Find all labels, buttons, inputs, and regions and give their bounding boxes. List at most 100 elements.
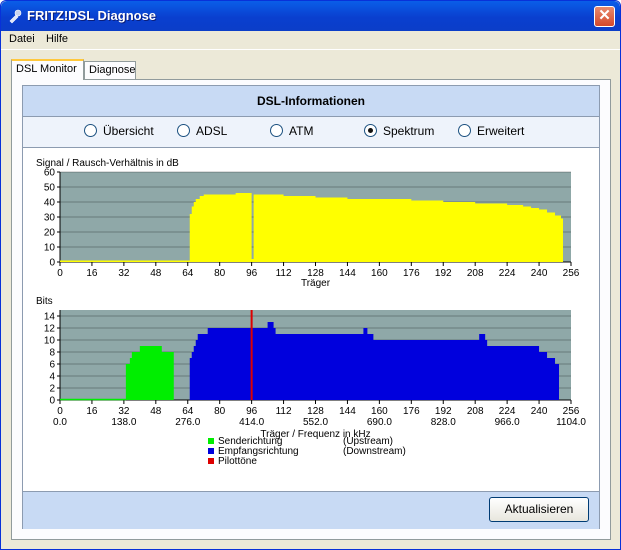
tab-panel: DSL-Informationen Übersicht ADSL ATM Spe… xyxy=(11,79,611,540)
bits-x-tick-label: 48 xyxy=(150,406,162,417)
bits-freq-label: 552.0 xyxy=(303,417,328,428)
snr-x-tick-label: 176 xyxy=(403,268,420,279)
bits-freq-label: 138.0 xyxy=(111,417,136,428)
legend-pilot-label: Pilottöne xyxy=(218,456,257,467)
legend-upstream-swatch xyxy=(208,438,214,444)
close-button[interactable]: ✕ xyxy=(594,6,615,27)
snr-x-tick-label: 208 xyxy=(467,268,484,279)
bits-x-tick-label: 16 xyxy=(86,406,98,417)
window-title: FRITZ!DSL Diagnose xyxy=(27,8,157,23)
bits-upstream-area xyxy=(125,346,174,400)
bits-y-tick-label: 6 xyxy=(49,360,55,371)
bits-x-tick-label: 224 xyxy=(499,406,516,417)
menu-bar: Datei Hilfe xyxy=(1,31,620,50)
menu-hilfe[interactable]: Hilfe xyxy=(46,33,68,45)
snr-x-tick-label: 96 xyxy=(246,268,258,279)
snr-x-tick-label: 16 xyxy=(86,268,98,279)
bits-freq-label: 414.0 xyxy=(239,417,264,428)
radio-icon xyxy=(458,124,471,137)
radio-label: Übersicht xyxy=(103,124,154,138)
radio-label: Erweitert xyxy=(477,124,525,138)
radio-icon xyxy=(270,124,283,137)
header-band: DSL-Informationen xyxy=(23,86,599,117)
legend-pilot-swatch xyxy=(208,458,214,464)
spectrum-charts: 01020304050600 16 32 48 64 80 96 112 128 144 160 17… xyxy=(36,158,586,467)
snr-y-tick-label: 20 xyxy=(44,228,56,239)
bits-freq-label: 828.0 xyxy=(431,417,456,428)
footer-band: Aktualisieren xyxy=(23,491,599,529)
bits-freq-label: 0.0 xyxy=(53,417,67,428)
radio-label: ADSL xyxy=(196,124,228,138)
bits-x-tick-label: 80 xyxy=(214,406,226,417)
radio-label: ATM xyxy=(289,124,314,138)
refresh-button[interactable]: Aktualisieren xyxy=(489,497,589,522)
snr-x-tick-label: 0 xyxy=(57,268,63,279)
bits-x-tick-label: 32 xyxy=(118,406,130,417)
snr-x-axis-label: Träger xyxy=(301,278,331,289)
menu-datei[interactable]: Datei xyxy=(9,33,35,45)
snr-x-tick-label: 112 xyxy=(276,268,292,279)
bits-freq-label: 966.0 xyxy=(495,417,520,428)
legend-downstream-direction: (Downstream) xyxy=(343,446,406,457)
bits-y-tick-label: 0 xyxy=(49,396,55,407)
radio-adsl[interactable]: ADSL xyxy=(177,124,227,138)
app-icon xyxy=(9,9,22,24)
snr-y-tick-label: 40 xyxy=(44,198,56,209)
bits-freq-label: 276.0 xyxy=(175,417,200,428)
bits-title: Bits xyxy=(36,296,53,307)
snr-x-tick-label: 192 xyxy=(435,268,452,279)
snr-y-tick-label: 60 xyxy=(44,168,56,179)
bits-x-tick-label: 0 xyxy=(57,406,63,417)
bits-freq-label: 690.0 xyxy=(367,417,392,428)
snr-title: Signal / Rausch-Verhältnis in dB xyxy=(36,158,179,169)
radio-atm[interactable]: ATM xyxy=(270,124,313,138)
bits-x-tick-label: 192 xyxy=(435,406,452,417)
snr-x-tick-label: 256 xyxy=(563,268,580,279)
snr-x-tick-label: 64 xyxy=(182,268,194,279)
legend-downstream-swatch xyxy=(208,448,214,454)
bits-y-tick-label: 14 xyxy=(44,312,56,323)
bits-x-tick-label: 128 xyxy=(307,406,324,417)
dsl-info-frame: DSL-Informationen Übersicht ADSL ATM Spe… xyxy=(22,85,600,529)
bits-y-tick-label: 4 xyxy=(49,372,55,383)
bits-x-tick-label: 208 xyxy=(467,406,484,417)
snr-x-tick-label: 32 xyxy=(118,268,130,279)
radio-uebersicht[interactable]: Übersicht xyxy=(84,124,154,138)
tab-diagnose[interactable]: Diagnose xyxy=(84,61,136,79)
radio-label: Spektrum xyxy=(383,124,435,138)
bits-x-tick-label: 176 xyxy=(403,406,420,417)
radio-icon xyxy=(177,124,190,137)
view-selector: Übersicht ADSL ATM Spektrum Erweitert xyxy=(23,117,599,148)
bits-x-tick-label: 240 xyxy=(531,406,548,417)
bits-x-tick-label: 64 xyxy=(182,406,194,417)
snr-y-tick-label: 50 xyxy=(44,183,56,194)
snr-x-tick-label: 80 xyxy=(214,268,226,279)
bits-y-tick-label: 12 xyxy=(44,324,56,335)
bits-x-tick-label: 96 xyxy=(246,406,258,417)
bits-x-tick-label: 256 xyxy=(563,406,580,417)
snr-y-tick-label: 30 xyxy=(44,213,56,224)
title-bar[interactable]: FRITZ!DSL Diagnose ✕ xyxy=(1,1,620,31)
app-window: FRITZ!DSL Diagnose ✕ Datei Hilfe DSL Mon… xyxy=(0,0,621,550)
radio-erweitert[interactable]: Erweitert xyxy=(458,124,524,138)
bits-y-tick-label: 2 xyxy=(49,384,55,395)
snr-x-tick-label: 224 xyxy=(499,268,516,279)
bits-y-tick-label: 8 xyxy=(49,348,55,359)
snr-x-tick-label: 160 xyxy=(371,268,388,279)
bits-y-tick-label: 10 xyxy=(44,336,56,347)
radio-selected-icon xyxy=(364,124,377,137)
bits-freq-label: 1104.0 xyxy=(556,417,586,428)
snr-x-tick-label: 240 xyxy=(531,268,548,279)
tab-dsl-monitor[interactable]: DSL Monitor xyxy=(11,59,84,80)
bits-x-tick-label: 160 xyxy=(371,406,388,417)
radio-icon xyxy=(84,124,97,137)
snr-x-tick-label: 48 xyxy=(150,268,162,279)
radio-spektrum[interactable]: Spektrum xyxy=(364,124,434,138)
snr-y-tick-label: 0 xyxy=(49,258,55,269)
snr-x-tick-label: 144 xyxy=(339,268,356,279)
bits-x-tick-label: 112 xyxy=(276,406,292,417)
section-title: DSL-Informationen xyxy=(257,94,365,108)
bits-x-tick-label: 144 xyxy=(339,406,356,417)
close-icon: ✕ xyxy=(598,7,611,24)
snr-y-tick-label: 10 xyxy=(44,243,56,254)
